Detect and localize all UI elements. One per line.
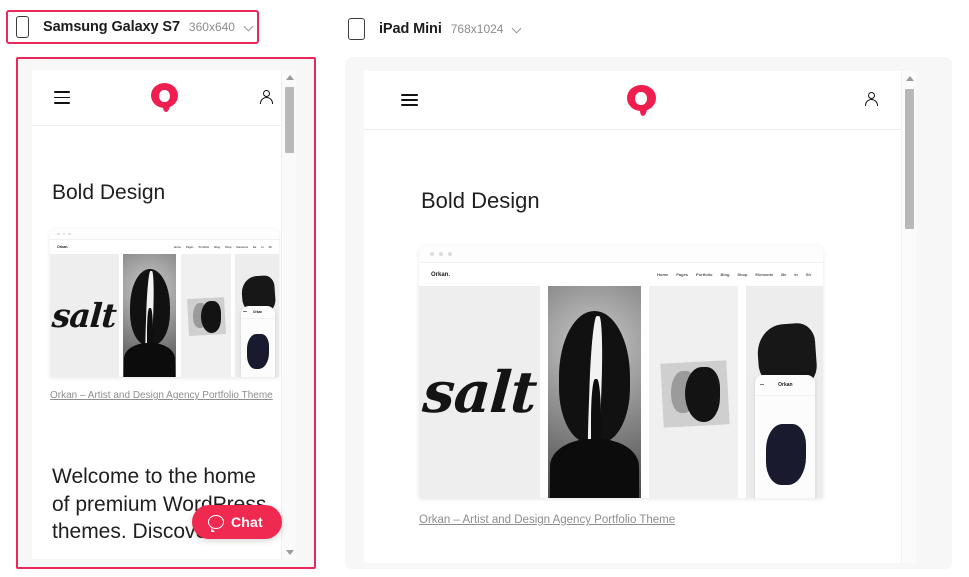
showcase-nav-item: Elements	[755, 272, 774, 277]
user-account-icon[interactable]	[864, 92, 879, 108]
device-selector-samsung-galaxy-s7[interactable]: Samsung Galaxy S7 360x640	[6, 10, 259, 44]
showcase-nav-extra: In	[794, 272, 798, 277]
showcase-nav-item: Portfolio	[198, 245, 210, 249]
scrollbar-thumb[interactable]	[905, 89, 914, 229]
showcase-brand: Orkan.	[57, 245, 69, 249]
showcase-tile-mobile-mock: Orkan	[746, 286, 823, 498]
site-topbar	[364, 71, 916, 130]
site-body: Bold Design Orkan. Home Pages Portfolio	[364, 188, 916, 528]
chevron-down-icon[interactable]	[245, 23, 254, 32]
device-selector-ipad-mini[interactable]: iPad Mini 768x1024	[340, 12, 530, 46]
showcase-nav-extra: In	[261, 245, 264, 249]
showcase-nav-item: Pages	[185, 245, 194, 249]
showcase-nav-item: Shop	[737, 272, 748, 277]
preview-scrollbar-mobile[interactable]	[281, 70, 296, 559]
scroll-down-arrow-icon[interactable]	[282, 545, 296, 559]
showcase-nav-item: Portfolio	[696, 272, 713, 277]
portfolio-caption-link[interactable]: Orkan – Artist and Design Agency Portfol…	[50, 390, 273, 401]
showcase-nav-extra: Sh	[805, 272, 811, 277]
preview-frame-tablet[interactable]: Bold Design Orkan. Home Pages Portfolio	[345, 57, 952, 569]
scroll-up-arrow-icon[interactable]	[282, 70, 296, 84]
window-dot	[57, 232, 60, 236]
browser-chrome-bar	[419, 246, 823, 263]
portfolio-caption-link[interactable]: Orkan – Artist and Design Agency Portfol…	[419, 514, 675, 526]
window-dot	[68, 232, 71, 236]
showcase-tile-collage	[180, 254, 231, 377]
device-name-label: Samsung Galaxy S7	[43, 19, 180, 35]
chat-bubble-icon	[208, 515, 224, 532]
hamburger-icon[interactable]	[54, 91, 70, 104]
preview-viewport-tablet[interactable]: Bold Design Orkan. Home Pages Portfolio	[364, 71, 916, 563]
showcase-tile-portrait	[123, 254, 176, 377]
showcase-site-nav: Orkan. Home Pages Portfolio Blog Shop El…	[419, 263, 823, 286]
chevron-down-icon[interactable]	[513, 25, 522, 34]
device-resolution-label: 768x1024	[450, 22, 504, 36]
showcase-tile-salt: salt	[50, 254, 119, 377]
preview-frame-mobile[interactable]: Bold Design Orkan. Home Pages Portfolio	[16, 57, 316, 569]
window-dot	[448, 252, 452, 256]
brand-logo-icon[interactable]	[626, 84, 656, 116]
showcase-nav-item: Home	[173, 245, 181, 249]
showcase-nav-extra: Be	[253, 245, 257, 249]
showcase-brand: Orkan.	[431, 271, 451, 278]
browser-chrome-bar	[50, 229, 279, 240]
page-title: Bold Design	[421, 188, 540, 213]
showcase-nav-items: Home Pages Portfolio Blog Shop Elements …	[174, 246, 272, 249]
showcase-nav-item: Blog	[214, 245, 220, 249]
showcase-tile-salt: salt	[419, 286, 541, 498]
showcase-grid: salt Orkan	[419, 286, 823, 498]
site-body: Bold Design Orkan. Home Pages Portfolio	[32, 181, 296, 546]
user-account-icon[interactable]	[259, 89, 274, 106]
hamburger-icon[interactable]	[401, 93, 418, 107]
showcase-tile-collage	[649, 286, 739, 498]
showcase-nav-extra: Sh	[268, 245, 272, 249]
showcase-tile-portrait	[548, 286, 642, 498]
showcase-hero-word: salt	[51, 296, 118, 335]
showcase-phone-brand: Orkan	[253, 309, 263, 314]
portfolio-showcase-image[interactable]: Orkan. Home Pages Portfolio Blog Shop El…	[419, 246, 823, 498]
tablet-icon	[348, 18, 365, 40]
phone-icon	[16, 16, 29, 38]
showcase-nav-extra: Be	[781, 272, 787, 277]
window-dot	[439, 252, 443, 256]
showcase-nav-item: Elements	[236, 245, 249, 249]
window-dot	[430, 252, 434, 256]
brand-logo-icon[interactable]	[151, 83, 178, 112]
showcase-site-nav: Orkan. Home Pages Portfolio Blog Shop El…	[50, 240, 279, 254]
device-name-label: iPad Mini	[379, 21, 442, 37]
showcase-hero-word: salt	[420, 358, 539, 426]
chat-button-label: Chat	[231, 514, 263, 530]
scroll-up-arrow-icon[interactable]	[902, 71, 916, 85]
preview-viewport-mobile[interactable]: Bold Design Orkan. Home Pages Portfolio	[32, 70, 296, 559]
device-resolution-label: 360x640	[188, 20, 235, 34]
site-topbar	[32, 70, 296, 126]
showcase-nav-items: Home Pages Portfolio Blog Shop Elements …	[657, 272, 811, 277]
window-dot	[62, 232, 66, 236]
preview-scrollbar-tablet[interactable]	[901, 71, 916, 563]
showcase-tile-mobile-mock: Orkan	[235, 254, 279, 377]
showcase-nav-item: Pages	[676, 272, 689, 277]
page-title: Bold Design	[52, 181, 166, 204]
showcase-nav-item: Home	[657, 272, 669, 277]
showcase-grid: salt Orkan	[50, 254, 279, 377]
responsive-preview-page: Samsung Galaxy S7 360x640 iPad Mini 768x…	[0, 0, 969, 577]
showcase-nav-item: Blog	[720, 272, 730, 277]
portfolio-showcase-image[interactable]: Orkan. Home Pages Portfolio Blog Shop El…	[50, 229, 279, 377]
showcase-nav-item: Shop	[225, 245, 232, 249]
showcase-phone-brand: Orkan	[778, 382, 793, 389]
scrollbar-thumb[interactable]	[285, 87, 294, 153]
chat-button[interactable]: Chat	[192, 505, 282, 539]
